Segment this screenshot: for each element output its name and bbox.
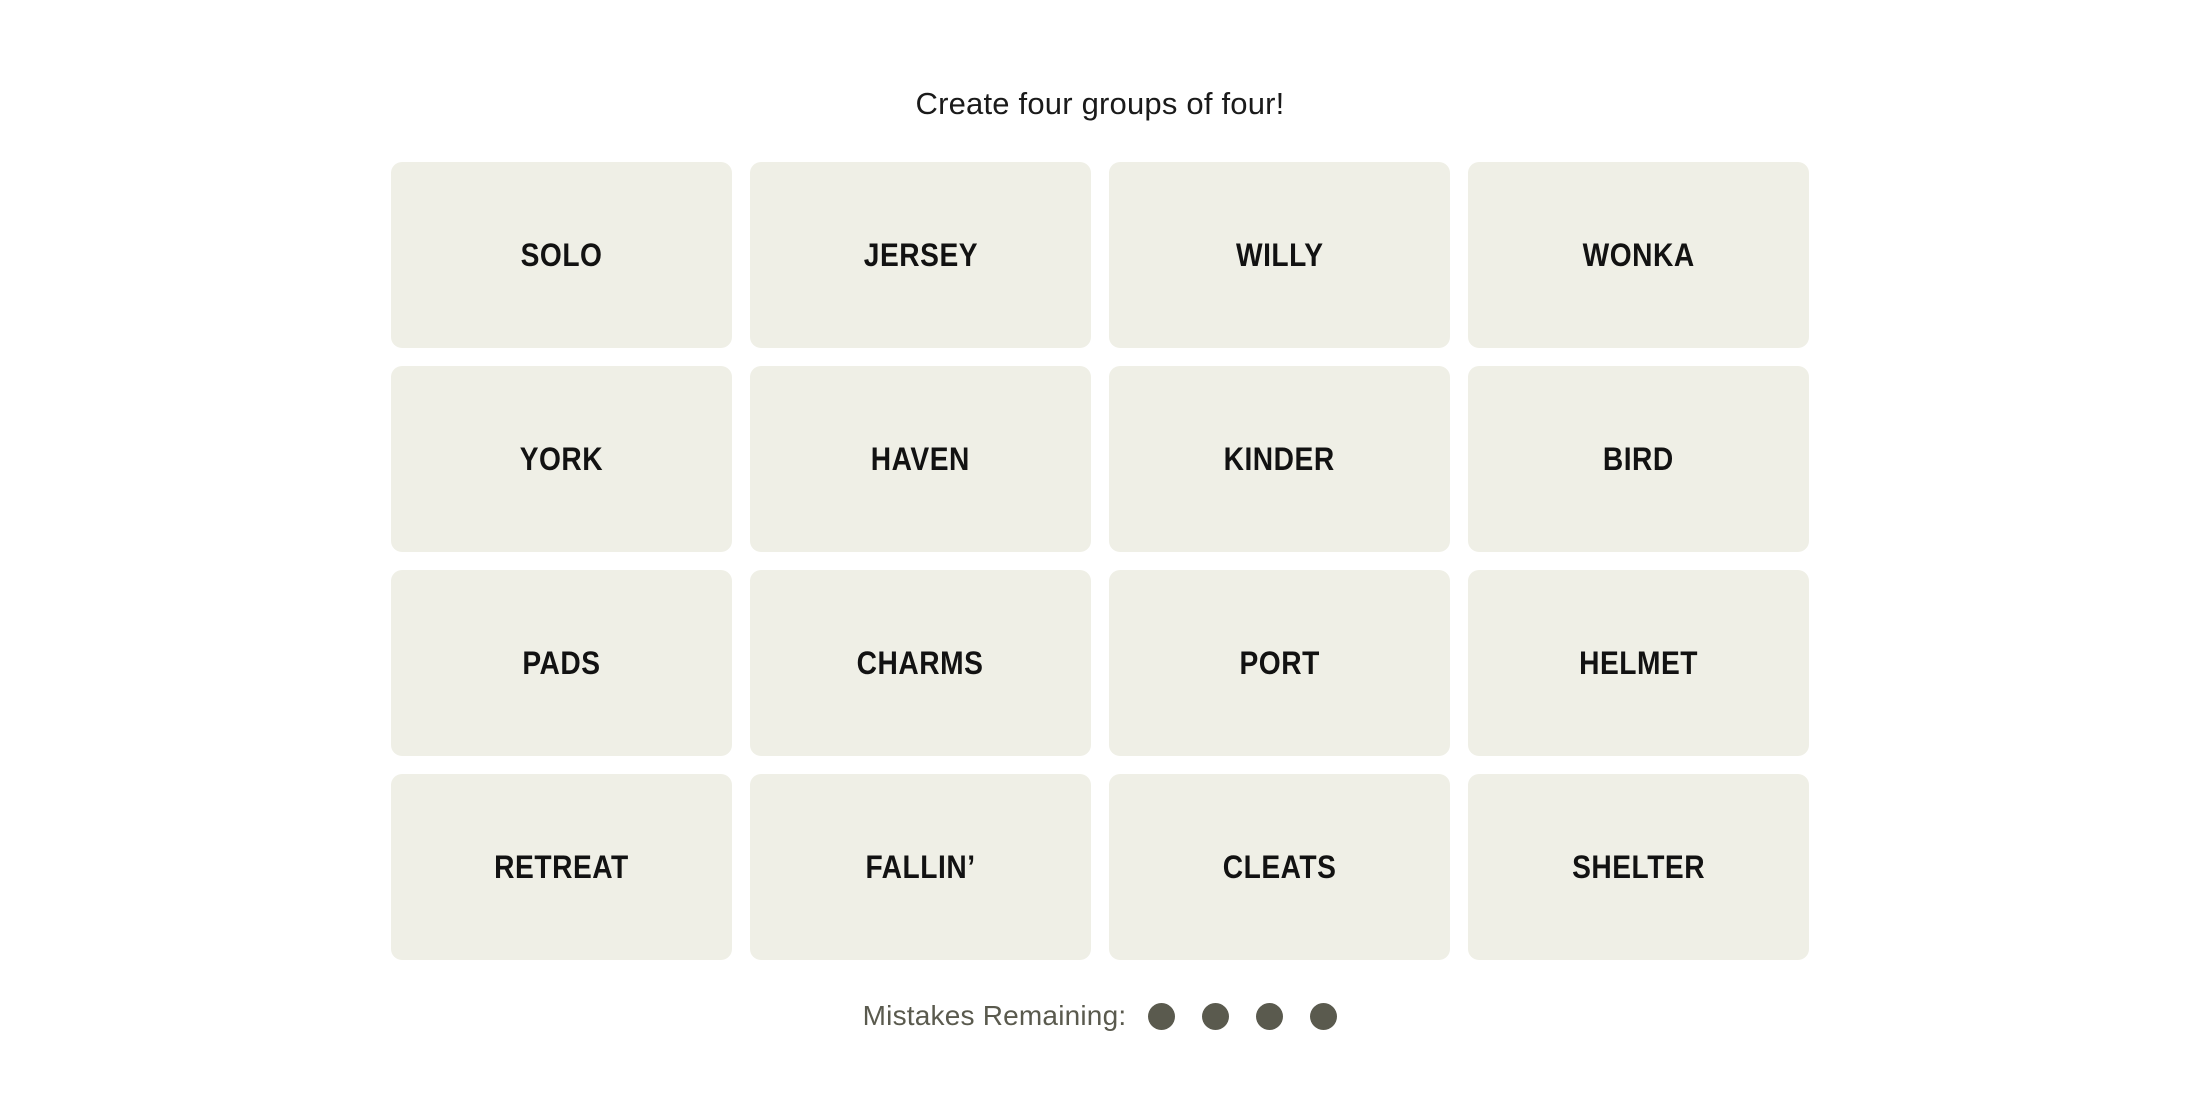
word-tile[interactable]: YORK <box>391 366 732 552</box>
mistake-dot-icon <box>1256 1002 1284 1030</box>
mistakes-remaining-label: Mistakes Remaining: <box>862 1000 1127 1031</box>
word-tile-label: WONKA <box>1582 237 1695 273</box>
word-tile[interactable]: SOLO <box>391 162 732 348</box>
mistakes-remaining: Mistakes Remaining: <box>863 1002 1338 1030</box>
mistake-dot-icon <box>1202 1002 1230 1030</box>
word-tile-label: CHARMS <box>857 645 984 681</box>
word-tile[interactable]: WILLY <box>1109 162 1450 348</box>
word-tile-label: BIRD <box>1603 441 1674 477</box>
word-tile-label: FALLIN’ <box>865 849 976 885</box>
word-tile-label: RETREAT <box>494 849 629 885</box>
word-tile-label: PADS <box>522 645 601 681</box>
word-tile[interactable]: PADS <box>391 570 732 756</box>
mistake-dot-icon <box>1310 1002 1338 1030</box>
word-tile-label: SHELTER <box>1571 849 1706 885</box>
word-tile-label: WILLY <box>1235 237 1324 273</box>
word-tile[interactable]: BIRD <box>1468 366 1809 552</box>
word-tile[interactable]: FALLIN’ <box>750 774 1091 960</box>
word-tile[interactable]: PORT <box>1109 570 1450 756</box>
page-title: Create four groups of four! <box>915 86 1285 121</box>
word-tile-label: JERSEY <box>863 237 978 273</box>
word-tile[interactable]: CHARMS <box>750 570 1091 756</box>
word-tile[interactable]: HAVEN <box>750 366 1091 552</box>
word-tile[interactable]: WONKA <box>1468 162 1809 348</box>
word-tile[interactable]: JERSEY <box>750 162 1091 348</box>
word-tile-label: CLEATS <box>1222 849 1337 885</box>
word-tile[interactable]: CLEATS <box>1109 774 1450 960</box>
word-tile-label: PORT <box>1239 645 1320 681</box>
mistake-dot-icon <box>1148 1002 1176 1030</box>
word-tile-label: HELMET <box>1579 645 1698 681</box>
mistakes-dot-group <box>1148 1002 1338 1030</box>
word-tile[interactable]: RETREAT <box>391 774 732 960</box>
word-tile[interactable]: HELMET <box>1468 570 1809 756</box>
word-tile-label: KINDER <box>1223 441 1336 477</box>
word-tile-label: SOLO <box>520 237 603 273</box>
word-tile-label: HAVEN <box>870 441 971 477</box>
word-tile-label: YORK <box>519 441 604 477</box>
connections-game: Create four groups of four! SOLO JERSEY … <box>0 0 2200 1100</box>
word-grid: SOLO JERSEY WILLY WONKA YORK HAVEN KINDE… <box>391 162 1809 960</box>
word-tile[interactable]: KINDER <box>1109 366 1450 552</box>
word-tile[interactable]: SHELTER <box>1468 774 1809 960</box>
